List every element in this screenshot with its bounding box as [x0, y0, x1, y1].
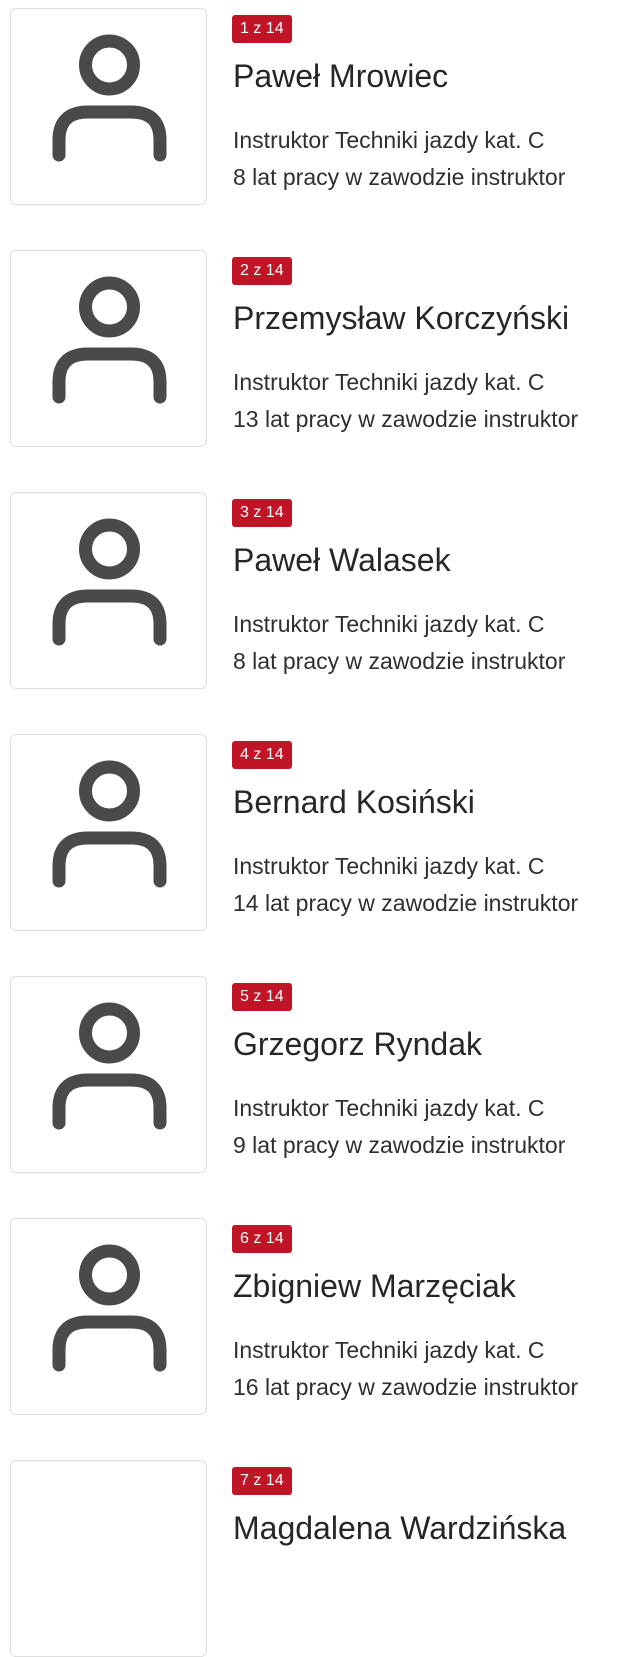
instructor-role: Instruktor Techniki jazdy kat. C: [233, 611, 545, 637]
instructor-experience: 13 lat pracy w zawodzie instruktor: [233, 406, 579, 432]
instructor-experience: 16 lat pracy w zawodzie instruktor: [233, 1374, 579, 1400]
instructor-name[interactable]: Paweł Mrowiec: [233, 54, 448, 98]
instructor-avatar[interactable]: [10, 1460, 207, 1657]
position-badge: 3 z 14: [232, 499, 292, 527]
instructor-name[interactable]: Grzegorz Ryndak: [233, 1022, 482, 1066]
instructor-role: Instruktor Techniki jazdy kat. C: [233, 369, 545, 395]
instructor-card[interactable]: 4 z 14 Bernard Kosiński Instruktor Techn…: [0, 726, 627, 931]
instructor-role: Instruktor Techniki jazdy kat. C: [233, 1337, 545, 1363]
instructor-card[interactable]: 1 z 14 Paweł Mrowiec Instruktor Techniki…: [0, 0, 627, 205]
user-placeholder-icon: [52, 34, 167, 162]
instructor-avatar[interactable]: [10, 1218, 207, 1415]
instructor-name[interactable]: Magdalena Wardzińska: [233, 1506, 566, 1550]
position-badge: 4 z 14: [232, 741, 292, 769]
instructor-card[interactable]: 7 z 14 Magdalena Wardzińska: [0, 1452, 627, 1657]
position-badge: 7 z 14: [232, 1467, 292, 1495]
position-badge: 1 z 14: [232, 15, 292, 43]
instructor-experience: 9 lat pracy w zawodzie instruktor: [233, 1132, 566, 1158]
instructor-avatar[interactable]: [10, 250, 207, 447]
user-placeholder-icon: [52, 518, 167, 646]
user-placeholder-icon: [52, 276, 167, 404]
instructor-role: Instruktor Techniki jazdy kat. C: [233, 853, 545, 879]
instructor-experience: 8 lat pracy w zawodzie instruktor: [233, 648, 566, 674]
instructor-avatar[interactable]: [10, 976, 207, 1173]
instructor-avatar[interactable]: [10, 8, 207, 205]
instructor-experience: 8 lat pracy w zawodzie instruktor: [233, 164, 566, 190]
position-badge: 5 z 14: [232, 983, 292, 1011]
position-badge: 2 z 14: [232, 257, 292, 285]
instructor-experience: 14 lat pracy w zawodzie instruktor: [233, 890, 579, 916]
instructor-card[interactable]: 2 z 14 Przemysław Korczyński Instruktor …: [0, 242, 627, 447]
instructor-card[interactable]: 6 z 14 Zbigniew Marzęciak Instruktor Tec…: [0, 1210, 627, 1415]
instructor-name[interactable]: Bernard Kosiński: [233, 780, 475, 824]
instructor-role: Instruktor Techniki jazdy kat. C: [233, 127, 545, 153]
instructor-avatar[interactable]: [10, 492, 207, 689]
instructor-card[interactable]: 5 z 14 Grzegorz Ryndak Instruktor Techni…: [0, 968, 627, 1173]
user-placeholder-icon: [52, 760, 167, 888]
position-badge: 6 z 14: [232, 1225, 292, 1253]
instructor-role: Instruktor Techniki jazdy kat. C: [233, 1095, 545, 1121]
user-placeholder-icon: [52, 1244, 167, 1372]
user-placeholder-icon: [52, 1002, 167, 1130]
instructor-name[interactable]: Zbigniew Marzęciak: [233, 1264, 516, 1308]
instructor-name[interactable]: Przemysław Korczyński: [233, 296, 569, 340]
instructor-name[interactable]: Paweł Walasek: [233, 538, 451, 582]
instructor-card[interactable]: 3 z 14 Paweł Walasek Instruktor Techniki…: [0, 484, 627, 689]
instructor-avatar[interactable]: [10, 734, 207, 931]
